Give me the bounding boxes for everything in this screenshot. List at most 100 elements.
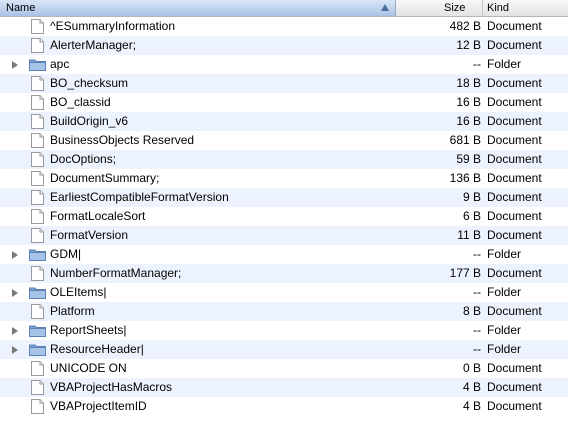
item-kind: Document bbox=[487, 133, 542, 147]
document-icon bbox=[31, 152, 44, 167]
document-icon bbox=[31, 171, 44, 186]
item-kind: Document bbox=[487, 399, 542, 413]
size-header-label: Size bbox=[444, 2, 466, 14]
folder-icon bbox=[29, 248, 46, 261]
item-name: UNICODE ON bbox=[50, 361, 127, 375]
document-icon bbox=[31, 399, 44, 414]
item-name: apc bbox=[50, 57, 70, 71]
item-name: VBAProjectHasMacros bbox=[50, 380, 173, 394]
document-icon bbox=[31, 304, 44, 319]
item-size: -- bbox=[473, 247, 481, 261]
item-size: -- bbox=[473, 342, 481, 356]
item-name: BuildOrigin_v6 bbox=[50, 114, 129, 128]
item-name: GDM| bbox=[50, 247, 82, 261]
file-row[interactable]: ^ESummaryInformation 482 B Document bbox=[0, 17, 568, 36]
item-size: 177 B bbox=[449, 266, 481, 280]
file-row[interactable]: VBAProjectItemID 4 B Document bbox=[0, 397, 568, 416]
file-row[interactable]: BO_checksum 18 B Document bbox=[0, 74, 568, 93]
file-row[interactable]: BO_classid 16 B Document bbox=[0, 93, 568, 112]
folder-icon bbox=[29, 286, 46, 299]
item-size: 11 B bbox=[457, 228, 481, 242]
item-name: BO_classid bbox=[50, 95, 111, 109]
document-icon bbox=[31, 95, 44, 110]
item-kind: Document bbox=[487, 76, 542, 90]
item-name: BusinessObjects Reserved bbox=[50, 133, 195, 147]
item-name: ^ESummaryInformation bbox=[50, 19, 176, 33]
folder-icon bbox=[29, 324, 46, 337]
item-kind: Document bbox=[487, 209, 542, 223]
item-name: OLEItems| bbox=[50, 285, 107, 299]
folder-row[interactable]: ResourceHeader| -- Folder bbox=[0, 340, 568, 359]
item-kind: Document bbox=[487, 95, 542, 109]
item-size: -- bbox=[473, 57, 481, 71]
item-name: VBAProjectItemID bbox=[50, 399, 147, 413]
file-row[interactable]: BuildOrigin_v6 16 B Document bbox=[0, 112, 568, 131]
file-row[interactable]: FormatLocaleSort 6 B Document bbox=[0, 207, 568, 226]
folder-row[interactable]: GDM| -- Folder bbox=[0, 245, 568, 264]
item-size: 136 B bbox=[449, 171, 481, 185]
file-row[interactable]: EarliestCompatibleFormatVersion 9 B Docume… bbox=[0, 188, 568, 207]
file-row[interactable]: Platform 8 B Document bbox=[0, 302, 568, 321]
item-size: 6 B bbox=[462, 209, 481, 223]
item-name: DocumentSummary; bbox=[50, 171, 160, 185]
item-name: DocOptions; bbox=[50, 152, 117, 166]
item-size: 8 B bbox=[462, 304, 481, 318]
disclosure-triangle-icon[interactable] bbox=[12, 289, 18, 297]
item-size: 4 B bbox=[462, 399, 481, 413]
size-column-header[interactable]: Size bbox=[396, 0, 483, 16]
item-kind: Document bbox=[487, 361, 542, 375]
document-icon bbox=[31, 76, 44, 91]
file-row[interactable]: VBAProjectHasMacros 4 B Document bbox=[0, 378, 568, 397]
disclosure-triangle-icon[interactable] bbox=[12, 346, 18, 354]
document-icon bbox=[31, 380, 44, 395]
file-list: ^ESummaryInformation 482 B Document Alerter… bbox=[0, 17, 568, 416]
file-row[interactable]: NumberFormatManager; 177 B Document bbox=[0, 264, 568, 283]
item-name: ResourceHeader| bbox=[50, 342, 144, 356]
file-row[interactable]: DocumentSummary; 136 B Document bbox=[0, 169, 568, 188]
item-kind: Document bbox=[487, 266, 542, 280]
item-size: 9 B bbox=[462, 190, 481, 204]
item-kind: Document bbox=[487, 380, 542, 394]
folder-row[interactable]: OLEItems| -- Folder bbox=[0, 283, 568, 302]
folder-icon bbox=[29, 343, 46, 356]
item-size: -- bbox=[473, 285, 481, 299]
item-kind: Folder bbox=[487, 342, 522, 356]
document-icon bbox=[31, 209, 44, 224]
item-size: 681 B bbox=[449, 133, 481, 147]
item-kind: Document bbox=[487, 228, 542, 242]
item-kind: Folder bbox=[487, 285, 522, 299]
item-kind: Folder bbox=[487, 247, 522, 261]
item-name: Platform bbox=[50, 304, 95, 318]
kind-header-label: Kind bbox=[487, 2, 510, 14]
item-size: 4 B bbox=[462, 380, 481, 394]
item-name: ReportSheets| bbox=[50, 323, 127, 337]
file-row[interactable]: BusinessObjects Reserved 681 B Document bbox=[0, 131, 568, 150]
disclosure-triangle-icon[interactable] bbox=[12, 251, 18, 259]
item-kind: Folder bbox=[487, 323, 522, 337]
file-row[interactable]: AlerterManager; 12 B Document bbox=[0, 36, 568, 55]
folder-row[interactable]: apc -- Folder bbox=[0, 55, 568, 74]
folder-row[interactable]: ReportSheets| -- Folder bbox=[0, 321, 568, 340]
item-kind: Document bbox=[487, 190, 542, 204]
name-column-header[interactable]: Name bbox=[0, 0, 396, 16]
document-icon bbox=[31, 114, 44, 129]
item-size: 12 B bbox=[456, 38, 481, 52]
document-icon bbox=[31, 133, 44, 148]
disclosure-triangle-icon[interactable] bbox=[12, 61, 18, 69]
file-row[interactable]: DocOptions; 59 B Document bbox=[0, 150, 568, 169]
item-size: -- bbox=[473, 323, 481, 337]
item-size: 16 B bbox=[456, 95, 481, 109]
disclosure-triangle-icon[interactable] bbox=[12, 327, 18, 335]
item-kind: Document bbox=[487, 38, 542, 52]
item-size: 18 B bbox=[456, 76, 481, 90]
item-name: FormatLocaleSort bbox=[50, 209, 146, 223]
document-icon bbox=[31, 19, 44, 34]
document-icon bbox=[31, 190, 44, 205]
document-icon bbox=[31, 228, 44, 243]
name-header-label: Name bbox=[6, 2, 36, 14]
kind-column-header[interactable]: Kind bbox=[483, 0, 568, 16]
file-row[interactable]: UNICODE ON 0 B Document bbox=[0, 359, 568, 378]
item-kind: Document bbox=[487, 304, 542, 318]
file-row[interactable]: FormatVersion 11 B Document bbox=[0, 226, 568, 245]
item-name: NumberFormatManager; bbox=[50, 266, 182, 280]
